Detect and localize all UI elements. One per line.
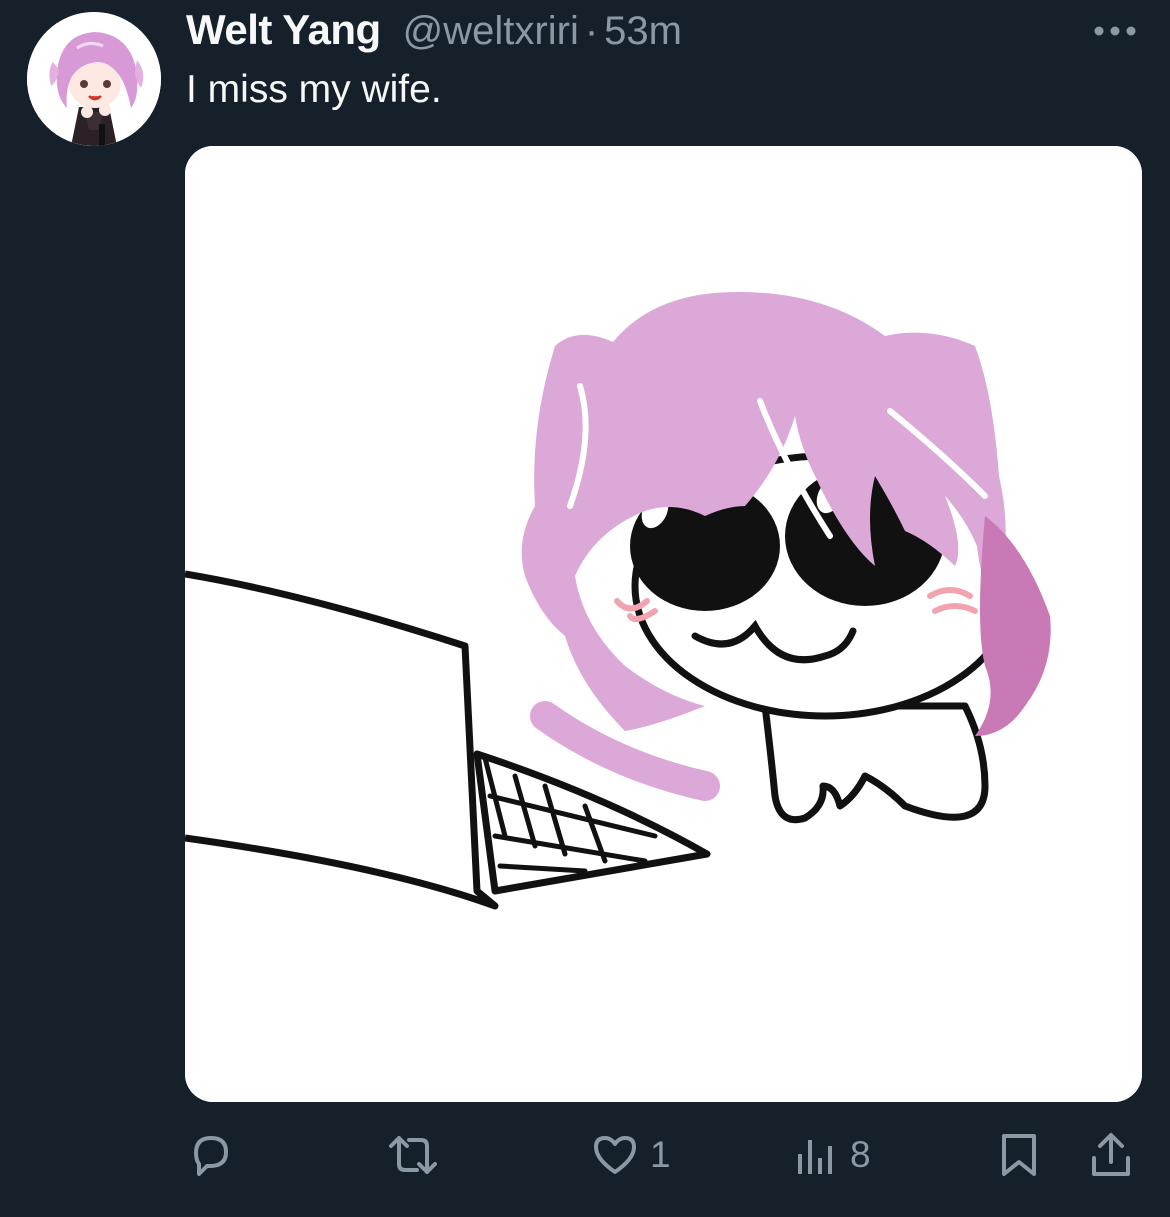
media-drawing	[185, 146, 1142, 1102]
author-display-name[interactable]: Welt Yang	[186, 6, 381, 54]
retweet-button[interactable]	[385, 1130, 451, 1180]
tweet[interactable]: Welt Yang @weltxriri · 53m I miss my wif…	[0, 0, 1170, 1217]
header-separator: ·	[584, 9, 599, 53]
tweet-header: Welt Yang @weltxriri · 53m	[186, 6, 682, 56]
author-avatar[interactable]	[27, 12, 161, 146]
like-count: 1	[650, 1134, 671, 1175]
tweet-actions: 1 8	[0, 1120, 1170, 1190]
tweet-timestamp[interactable]: 53m	[604, 9, 682, 54]
share-icon	[1092, 1133, 1130, 1176]
like-button[interactable]: 1	[590, 1130, 671, 1180]
more-options-button[interactable]	[1090, 14, 1140, 48]
views-button[interactable]: 8	[794, 1130, 871, 1180]
retweet-icon	[389, 1136, 437, 1174]
more-horizontal-icon	[1094, 26, 1136, 36]
tweet-text: I miss my wife.	[186, 68, 442, 111]
bookmark-button[interactable]	[996, 1130, 1042, 1180]
reply-icon	[194, 1136, 228, 1176]
share-button[interactable]	[1086, 1130, 1136, 1180]
bookmark-icon	[1002, 1134, 1036, 1176]
views-count: 8	[850, 1134, 871, 1175]
author-handle[interactable]: @weltxriri	[403, 9, 579, 54]
views-chart-icon	[798, 1140, 832, 1174]
tweet-media[interactable]	[185, 146, 1142, 1102]
avatar-image	[27, 12, 161, 146]
heart-icon	[594, 1136, 636, 1174]
reply-button[interactable]	[186, 1130, 246, 1180]
